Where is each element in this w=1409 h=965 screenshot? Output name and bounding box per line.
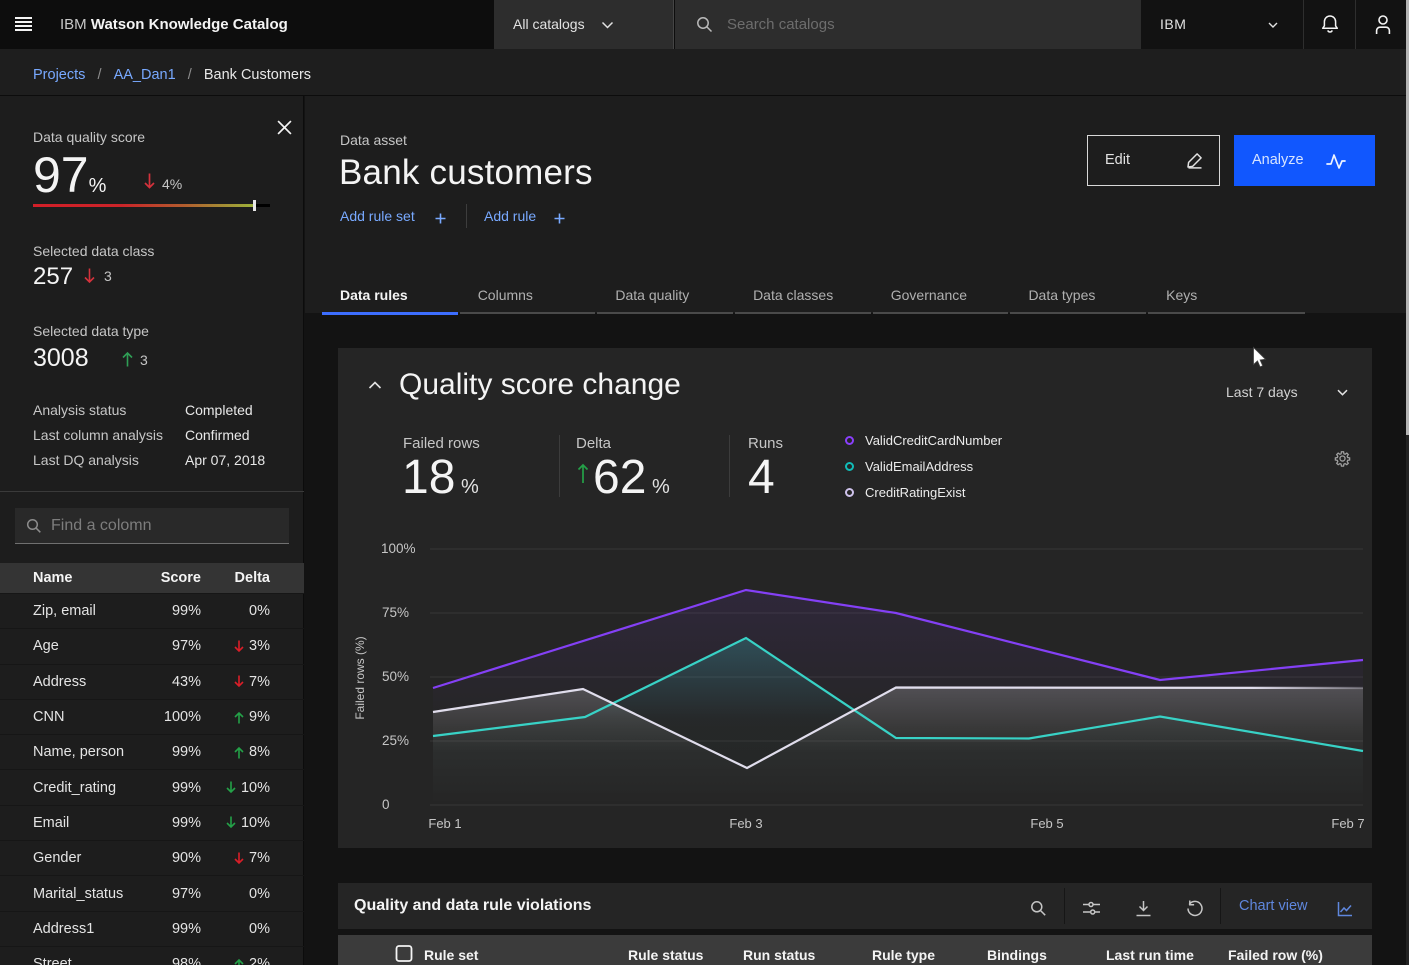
svg-text:Feb 5: Feb 5 xyxy=(1030,816,1063,831)
svg-text:0: 0 xyxy=(382,797,390,812)
svg-text:50%: 50% xyxy=(382,669,409,684)
svg-text:Feb 3: Feb 3 xyxy=(729,816,762,831)
svg-text:Failed rows (%): Failed rows (%) xyxy=(353,636,367,719)
svg-text:Feb 1: Feb 1 xyxy=(428,816,461,831)
svg-text:75%: 75% xyxy=(382,605,409,620)
svg-text:100%: 100% xyxy=(381,541,416,556)
svg-text:25%: 25% xyxy=(382,733,409,748)
svg-text:Feb 7: Feb 7 xyxy=(1331,816,1364,831)
